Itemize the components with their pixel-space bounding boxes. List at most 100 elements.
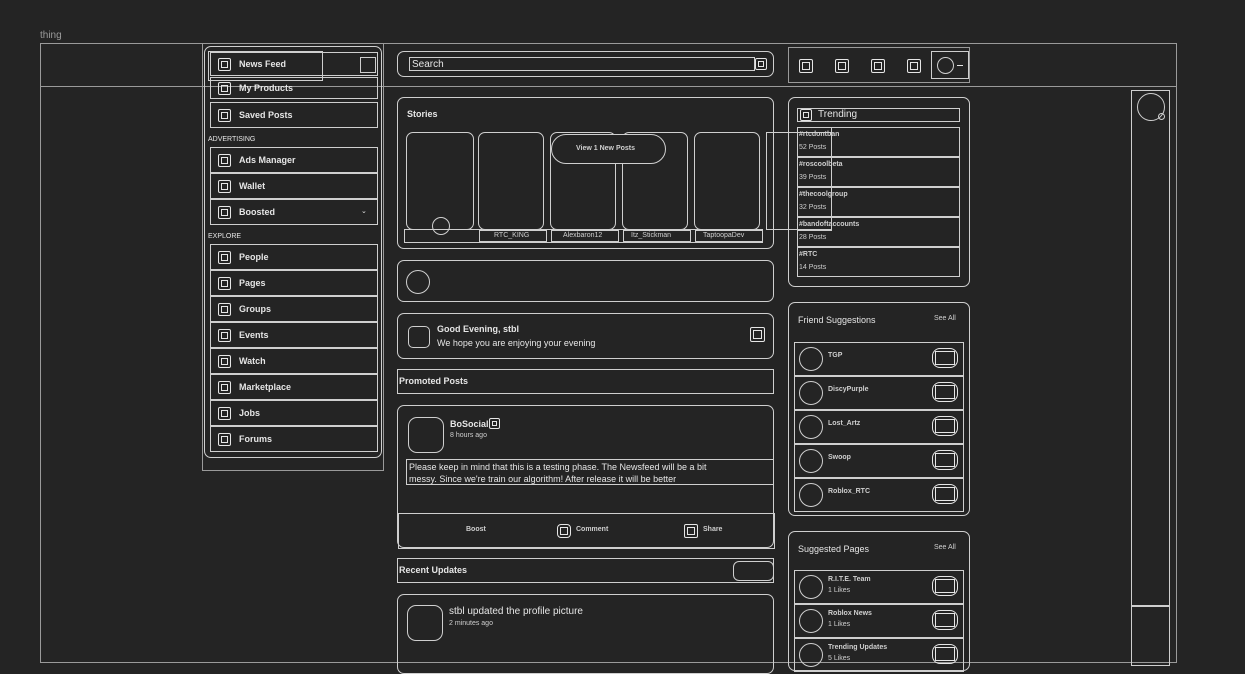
trending-header: Trending: [797, 108, 960, 122]
pages-see-all-link[interactable]: See All: [934, 544, 956, 551]
sidebar-item-wallet[interactable]: Wallet: [210, 173, 378, 199]
page-likes: 1 Likes: [828, 587, 851, 594]
page-likes: 1 Likes: [828, 621, 851, 628]
recent-updates-title: Recent Updates: [399, 565, 468, 575]
sidebar-item-jobs[interactable]: Jobs: [210, 400, 378, 426]
wallet-icon: [218, 180, 231, 193]
post-composer[interactable]: [397, 260, 774, 302]
friends-see-all-link[interactable]: See All: [934, 315, 956, 322]
search-input-box[interactable]: Search: [409, 57, 755, 71]
story-names-row: RTC_KING Alexbaron12 Itz_Stickman Taptoo…: [404, 229, 763, 243]
friend-suggestion-item[interactable]: TGP: [794, 342, 964, 376]
sidebar-item-forums[interactable]: Forums: [210, 426, 378, 452]
follow-page-icon[interactable]: [932, 576, 958, 596]
sidebar-item-label: Wallet: [239, 181, 266, 191]
friend-name: Lost_Artz: [828, 420, 861, 427]
add-friend-icon[interactable]: [932, 382, 958, 402]
events-icon: [218, 329, 231, 342]
forums-icon: [218, 433, 231, 446]
sidebar-item-saved-posts[interactable]: Saved Posts: [210, 102, 378, 128]
sidebar-item-label: Forums: [239, 434, 273, 444]
sidebar-item-label: Saved Posts: [239, 110, 293, 120]
suggested-page-item[interactable]: Roblox News 1 Likes: [794, 604, 964, 638]
add-friend-icon[interactable]: [932, 416, 958, 436]
sidebar-item-pages[interactable]: Pages: [210, 270, 378, 296]
search-icon[interactable]: [755, 58, 767, 70]
sidebar-item-ads-manager[interactable]: Ads Manager: [210, 147, 378, 173]
close-icon[interactable]: [750, 327, 765, 342]
story-name: TaptoopaDev: [703, 232, 745, 239]
menu-dash-icon[interactable]: [957, 65, 963, 66]
news-feed-icon: [218, 58, 231, 71]
trending-item[interactable]: #RTC 14 Posts: [797, 247, 960, 277]
friend-suggestion-item[interactable]: Swoop: [794, 444, 964, 478]
friend-suggestion-item[interactable]: Roblox_RTC: [794, 478, 964, 512]
add-friend-icon[interactable]: [932, 348, 958, 368]
sidebar-item-my-products[interactable]: My Products: [210, 77, 378, 99]
chevron-down-icon[interactable]: ⌄: [361, 207, 367, 215]
sidebar-item-label: News Feed: [239, 59, 287, 69]
top-icon-bar: [788, 47, 970, 83]
sidebar-item-events[interactable]: Events: [210, 322, 378, 348]
post-text-line: Please keep in mind that this is a testi…: [409, 462, 707, 472]
suggested-pages-title: Suggested Pages: [798, 544, 870, 554]
chat-sidebar: [1131, 90, 1170, 606]
story-card[interactable]: [478, 132, 544, 230]
avatar: [799, 347, 823, 371]
create-story-card[interactable]: [406, 132, 474, 235]
friend-suggestions-panel: Friend Suggestions See All TGP DiscyPurp…: [788, 302, 970, 516]
follow-page-icon[interactable]: [932, 644, 958, 664]
trending-title: Trending: [818, 109, 858, 120]
bell-icon[interactable]: [907, 59, 921, 73]
story-card[interactable]: [694, 132, 760, 230]
comment-icon[interactable]: [557, 524, 571, 538]
friend-suggestions-title: Friend Suggestions: [798, 315, 876, 325]
boost-button[interactable]: Boost: [466, 526, 486, 533]
post-author[interactable]: BoSocial: [450, 419, 489, 429]
post-time: 8 hours ago: [450, 432, 487, 439]
section-header-explore: EXPLORE: [208, 233, 242, 240]
recent-updates-toggle[interactable]: [733, 561, 774, 581]
suggested-page-item[interactable]: R.I.T.E. Team 1 Likes: [794, 570, 964, 604]
avatar: [799, 575, 823, 599]
profile-menu[interactable]: [931, 51, 969, 79]
friend-name: TGP: [828, 352, 843, 359]
share-icon[interactable]: [684, 524, 698, 538]
sidebar-item-label: Ads Manager: [239, 155, 296, 165]
avatar: [799, 381, 823, 405]
friend-suggestion-item[interactable]: DiscyPurple: [794, 376, 964, 410]
sidebar-item-people[interactable]: People: [210, 244, 378, 270]
view-new-posts-button[interactable]: View 1 New Posts: [551, 134, 666, 164]
sidebar-item-boosted[interactable]: Boosted ⌄: [210, 199, 378, 225]
avatar[interactable]: [937, 57, 954, 74]
search-input[interactable]: Search: [412, 59, 444, 70]
messages-icon[interactable]: [871, 59, 885, 73]
avatar: [799, 643, 823, 667]
promoted-post: BoSocial 8 hours ago Please keep in mind…: [397, 405, 775, 549]
add-friend-icon[interactable]: [932, 450, 958, 470]
add-friend-icon[interactable]: [932, 484, 958, 504]
post-actions: Boost Comment Share: [398, 513, 775, 549]
share-button[interactable]: Share: [703, 526, 722, 533]
search-bar[interactable]: Search: [397, 51, 774, 77]
sidebar-item-watch[interactable]: Watch: [210, 348, 378, 374]
friend-name: Swoop: [828, 454, 851, 461]
greeting-card: Good Evening, stbl We hope you are enjoy…: [397, 313, 774, 359]
story-name: RTC_KING: [494, 232, 530, 239]
friends-icon[interactable]: [835, 59, 849, 73]
sidebar-item-groups[interactable]: Groups: [210, 296, 378, 322]
sidebar-item-news-feed[interactable]: News Feed: [210, 52, 378, 76]
update-title[interactable]: stbl updated the profile picture: [449, 606, 583, 617]
friend-name: DiscyPurple: [828, 386, 869, 393]
friend-suggestion-item[interactable]: Lost_Artz: [794, 410, 964, 444]
suggested-page-item[interactable]: Trending Updates 5 Likes: [794, 638, 964, 672]
section-header-advertising: ADVERTISING: [208, 136, 256, 143]
sidebar-item-marketplace[interactable]: Marketplace: [210, 374, 378, 400]
suggested-pages-panel: Suggested Pages See All R.I.T.E. Team 1 …: [788, 531, 970, 672]
view-new-posts-label: View 1 New Posts: [576, 145, 636, 152]
follow-page-icon[interactable]: [932, 610, 958, 630]
frame-label: thing: [40, 30, 62, 41]
add-icon[interactable]: [799, 59, 813, 73]
update-avatar: [407, 605, 443, 641]
comment-button[interactable]: Comment: [576, 526, 608, 533]
